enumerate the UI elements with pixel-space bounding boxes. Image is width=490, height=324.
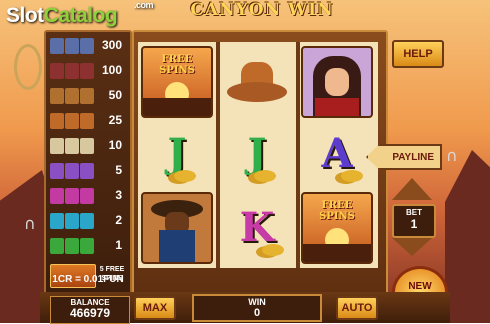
- coins-icon: [340, 170, 363, 182]
- bet-display: BET 1: [392, 204, 436, 238]
- symbol-free-spins: FREE SPINS: [300, 192, 374, 264]
- paytable-row: 5: [50, 161, 126, 181]
- paytable-value: 3: [115, 188, 122, 202]
- help-button[interactable]: HELP: [392, 40, 444, 68]
- balance-value: 466979: [69, 306, 111, 320]
- paytable-symbols: [50, 113, 94, 129]
- bet-label: BET: [406, 208, 422, 217]
- paytable-symbols: [50, 38, 94, 54]
- symbol-cowboy-hat: [220, 46, 294, 118]
- symbol-bandit: [140, 192, 214, 264]
- credit-rate: 1CR = 0.01FUN: [52, 274, 124, 285]
- coins-icon: [174, 170, 197, 182]
- paytable-symbols: [50, 88, 94, 104]
- paytable-row: 3: [50, 186, 126, 206]
- paytable-value: 100: [101, 63, 122, 77]
- paytable-value: 10: [108, 138, 122, 152]
- paytable-symbols: [50, 63, 94, 79]
- payline-button[interactable]: PAYLINE: [366, 144, 442, 170]
- symbol-a: A: [300, 118, 374, 190]
- symbol-k: K: [220, 192, 294, 264]
- symbol-cowgirl: [300, 46, 374, 118]
- paytable-value: 50: [108, 88, 122, 102]
- paytable-row: 1: [50, 236, 126, 256]
- win-display: WIN 0: [192, 294, 322, 322]
- horseshoe-icon: ∩: [446, 146, 458, 165]
- paytable: 300 100 50 25 10 5 3 2 1 5 FREE SPINS: [44, 30, 132, 296]
- paytable-row: 100: [50, 61, 126, 81]
- balance-display: BALANCE 466979: [50, 296, 130, 324]
- paytable-symbols: [50, 163, 94, 179]
- paytable-symbols: [50, 188, 94, 204]
- paytable-row: 2: [50, 211, 126, 231]
- paytable-value: 25: [108, 113, 122, 127]
- autoplay-button[interactable]: AUTO: [336, 296, 378, 320]
- paytable-row: 50: [50, 86, 126, 106]
- lasso-icon: [14, 44, 42, 90]
- paytable-row: 25: [50, 111, 126, 131]
- paytable-value: 2: [115, 213, 122, 227]
- coins-icon: [262, 244, 285, 256]
- paytable-symbols: [50, 138, 94, 154]
- game-title: CANYON WIN: [190, 0, 334, 20]
- paytable-value: 1: [115, 238, 122, 252]
- paytable-row: 300: [50, 36, 126, 56]
- win-label: WIN: [248, 297, 266, 307]
- symbol-j: J: [220, 118, 294, 190]
- paytable-symbols: [50, 213, 94, 229]
- bet-value: 1: [410, 217, 418, 231]
- symbol-free-spins: FREE SPINS: [140, 46, 214, 118]
- max-bet-button[interactable]: MAX: [134, 296, 176, 320]
- horseshoe-icon: ∩: [24, 214, 36, 233]
- paytable-row: 10: [50, 136, 126, 156]
- symbol-j: J: [140, 118, 214, 190]
- paytable-value: 5: [115, 163, 122, 177]
- coins-icon: [254, 170, 277, 182]
- win-value: 0: [253, 307, 261, 319]
- slotcatalog-logo: SlotCatalog .com: [6, 0, 154, 27]
- free-spins-label: FREE SPINS: [159, 54, 195, 76]
- paytable-value: 300: [101, 38, 122, 52]
- paytable-symbols: [50, 238, 94, 254]
- free-spins-label: FREE SPINS: [319, 200, 355, 222]
